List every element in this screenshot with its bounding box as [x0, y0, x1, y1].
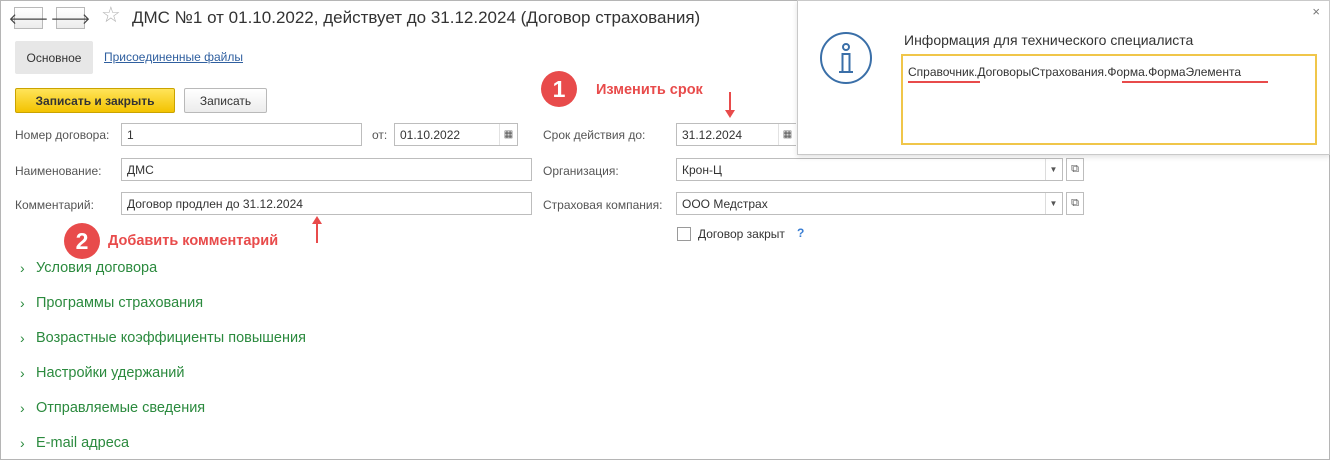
- chevron-down-icon[interactable]: ▼: [1045, 193, 1061, 214]
- close-icon[interactable]: ×: [1312, 4, 1320, 19]
- underline-marker: [908, 81, 980, 83]
- arrow-right-icon: 🡒: [50, 10, 91, 28]
- organization-label: Организация:: [543, 164, 619, 178]
- help-icon[interactable]: ?: [797, 226, 804, 240]
- annotation-change-term: Изменить срок: [596, 82, 703, 98]
- insurer-field[interactable]: ООО Медстрах: [676, 192, 1063, 215]
- tab-attached-files[interactable]: Присоединенные файлы: [104, 50, 243, 64]
- tech-info-popup: × Информация для технического специалист…: [797, 0, 1330, 155]
- forward-button[interactable]: 🡒: [50, 7, 91, 29]
- from-date-value: 01.10.2022: [400, 128, 461, 142]
- number-field[interactable]: 1: [121, 123, 362, 146]
- section-label: Отправляемые сведения: [36, 400, 206, 416]
- insurer-label: Страховая компания:: [543, 198, 663, 212]
- section-age-coefficients[interactable]: › Возрастные коэффициенты повышения: [20, 330, 306, 346]
- chevron-right-icon: ›: [20, 365, 25, 381]
- section-sent-info[interactable]: › Отправляемые сведения: [20, 400, 205, 416]
- metadata-path-text: Справочник.ДоговорыСтрахования.Форма.Фор…: [908, 65, 1241, 79]
- page-title: ДМС №1 от 01.10.2022, действует до 31.12…: [132, 8, 701, 27]
- comment-field[interactable]: Договор продлен до 31.12.2024: [121, 192, 532, 215]
- section-email-addresses[interactable]: › E-mail адреса: [20, 435, 129, 451]
- tab-main[interactable]: Основное: [15, 41, 93, 74]
- section-insurance-programs[interactable]: › Программы страхования: [20, 295, 203, 311]
- term-value: 31.12.2024: [682, 128, 743, 142]
- arrow-left-icon: 🡐: [8, 10, 49, 28]
- contract-closed-label: Договор закрыт: [698, 227, 785, 241]
- term-label: Срок действия до:: [543, 128, 646, 142]
- section-label: Программы страхования: [36, 295, 204, 311]
- chevron-right-icon: ›: [20, 435, 25, 451]
- section-deduction-settings[interactable]: › Настройки удержаний: [20, 365, 184, 381]
- annotation-add-comment: Добавить комментарий: [108, 233, 279, 249]
- open-icon[interactable]: ⧉: [1066, 192, 1084, 215]
- from-date-label: от:: [372, 128, 388, 142]
- arrow-up-icon: [312, 216, 322, 243]
- underline-marker: [1122, 81, 1268, 83]
- star-icon[interactable]: ☆: [101, 2, 121, 28]
- open-icon[interactable]: ⧉: [1066, 158, 1084, 181]
- calendar-icon[interactable]: ▦: [778, 124, 796, 145]
- name-label: Наименование:: [15, 164, 102, 178]
- section-label: Возрастные коэффициенты повышения: [36, 330, 306, 346]
- chevron-right-icon: ›: [20, 295, 25, 311]
- save-button[interactable]: Записать: [184, 88, 267, 113]
- chevron-right-icon: ›: [20, 400, 25, 416]
- calendar-icon[interactable]: ▦: [499, 124, 517, 145]
- section-label: Настройки удержаний: [36, 365, 185, 381]
- section-label: E-mail адреса: [36, 435, 130, 451]
- number-label: Номер договора:: [15, 128, 110, 142]
- name-field[interactable]: ДМС: [121, 158, 532, 181]
- metadata-path-field[interactable]: Справочник.ДоговорыСтрахования.Форма.Фор…: [901, 54, 1317, 145]
- section-label: Условия договора: [36, 260, 158, 276]
- chevron-right-icon: ›: [20, 260, 25, 276]
- chevron-right-icon: ›: [20, 330, 25, 346]
- contract-closed-checkbox[interactable]: [677, 227, 691, 241]
- annotation-marker-1: 1: [541, 71, 577, 107]
- organization-field[interactable]: Крон-Ц: [676, 158, 1063, 181]
- annotation-marker-2: 2: [64, 223, 100, 259]
- insurer-value: ООО Медстрах: [682, 197, 768, 211]
- organization-value: Крон-Ц: [682, 163, 722, 177]
- back-button[interactable]: 🡐: [8, 7, 49, 29]
- comment-label: Комментарий:: [15, 198, 94, 212]
- chevron-down-icon[interactable]: ▼: [1045, 159, 1061, 180]
- arrow-down-icon: [725, 92, 735, 118]
- info-icon: [820, 32, 872, 84]
- section-contract-terms[interactable]: › Условия договора: [20, 260, 157, 276]
- popup-title: Информация для технического специалиста: [904, 32, 1194, 48]
- save-and-close-button[interactable]: Записать и закрыть: [15, 88, 175, 113]
